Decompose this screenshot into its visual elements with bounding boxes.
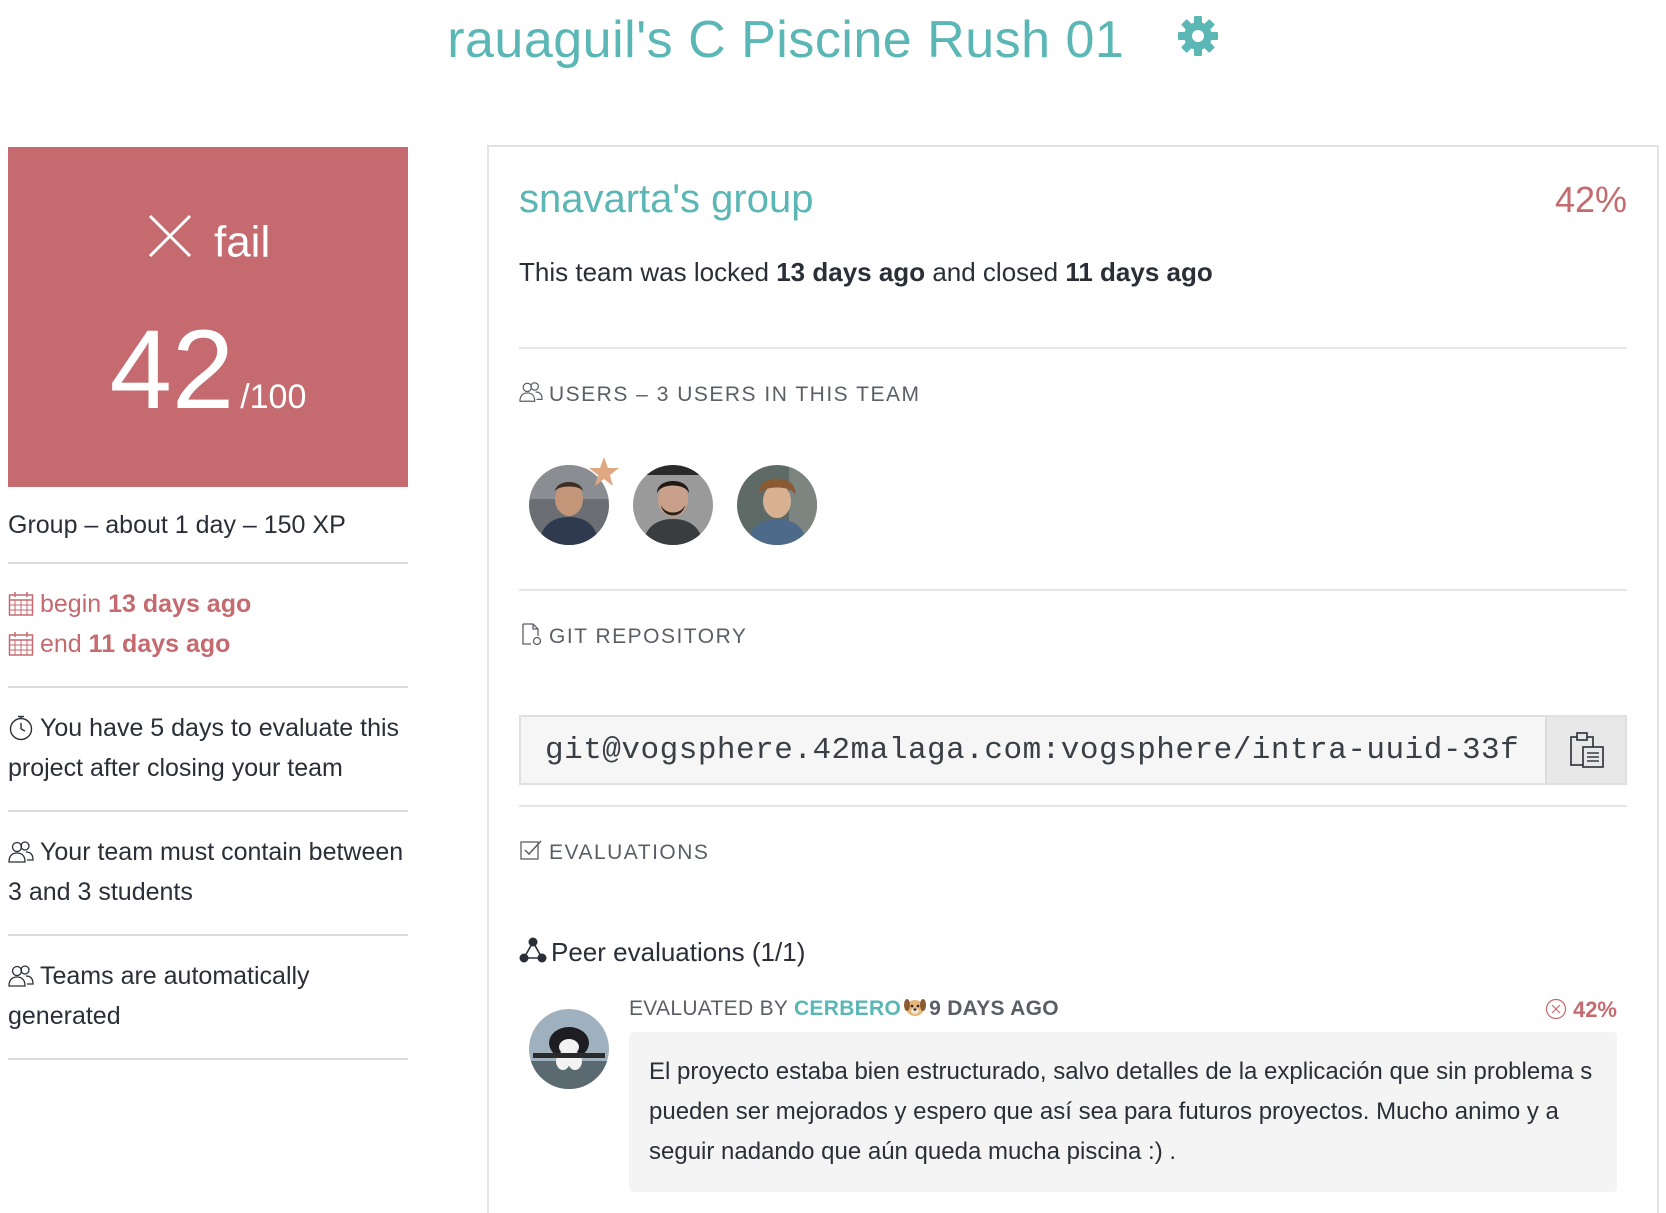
- begin-date: begin 13 days ago: [8, 584, 408, 624]
- gear-icon[interactable]: [1177, 15, 1219, 57]
- team-size-note: Your team must contain between 3 and 3 s…: [8, 812, 408, 936]
- team-panel: snavarta's group 42% This team was locke…: [487, 145, 1659, 1213]
- locked-ago: 13 days ago: [776, 257, 926, 287]
- end-value: 11 days ago: [88, 630, 231, 658]
- evaluations-section-label: EVALUATIONS: [519, 838, 710, 865]
- auto-team-text: Teams are automatically generated: [8, 962, 310, 1030]
- project-dates: begin 13 days ago end 11 days ago: [8, 564, 408, 688]
- star-icon: [587, 455, 621, 489]
- x-circle-icon: [1545, 998, 1567, 1020]
- copy-repository-button[interactable]: [1545, 717, 1625, 783]
- page-title: rauaguil's C Piscine Rush 01: [447, 11, 1125, 69]
- users-icon: [519, 380, 543, 404]
- avatar[interactable]: [529, 1009, 609, 1089]
- evaluations-section-text: EVALUATIONS: [549, 841, 710, 864]
- group-percent: 42%: [1554, 179, 1627, 220]
- users-section-label: USERS – 3 USERS IN THIS TEAM: [519, 380, 921, 407]
- evaluation-comment: El proyecto estaba bien estructurado, sa…: [629, 1032, 1617, 1192]
- evaluated-by-label: EVALUATED BY: [629, 997, 788, 1020]
- lock-status: This team was locked 13 days ago and clo…: [519, 257, 1213, 288]
- checkbox-icon: [519, 838, 543, 862]
- git-section-text: GIT REPOSITORY: [549, 625, 748, 648]
- final-score: 42/100: [8, 305, 408, 434]
- git-repository-url[interactable]: git@vogsphere.42malaga.com:vogsphere/int…: [545, 733, 1519, 768]
- calendar-icon: [8, 629, 34, 657]
- git-repository-field[interactable]: git@vogsphere.42malaga.com:vogsphere/int…: [519, 715, 1627, 785]
- lock-middle: and closed: [932, 257, 1059, 287]
- evaluation-score-value: 42%: [1572, 997, 1617, 1022]
- divider: [519, 805, 1627, 807]
- x-icon: [146, 212, 194, 260]
- begin-label: begin: [40, 590, 102, 618]
- network-icon: [519, 936, 547, 964]
- score-max: /100: [240, 378, 307, 416]
- end-date: end 11 days ago: [8, 624, 408, 664]
- group-name[interactable]: snavarta's group: [519, 177, 813, 222]
- status-label: fail: [213, 217, 271, 267]
- users-icon: [8, 837, 34, 864]
- clipboard-icon: [1570, 732, 1604, 768]
- divider: [519, 347, 1627, 349]
- score-card: fail 42/100: [8, 147, 408, 487]
- lock-prefix: This team was locked: [519, 257, 769, 287]
- evaluator-link[interactable]: CERBERO: [794, 997, 901, 1020]
- calendar-icon: [8, 589, 34, 617]
- avatar[interactable]: [633, 465, 713, 545]
- page-header: rauaguil's C Piscine Rush 01: [0, 10, 1666, 70]
- divider: [519, 589, 1627, 591]
- stopwatch-icon: [8, 713, 34, 741]
- avatar[interactable]: [737, 465, 817, 545]
- begin-value: 13 days ago: [108, 590, 252, 618]
- status-line: fail: [8, 215, 408, 267]
- project-meta: Group – about 1 day – 150 XP: [8, 487, 408, 564]
- users-icon: [8, 961, 34, 988]
- evaluation-time: 9 DAYS AGO: [929, 997, 1059, 1020]
- evaluation-header: EVALUATED BY CERBERO 9 DAYS AGO: [629, 997, 1059, 1021]
- evaluation-score: 42%: [1545, 997, 1617, 1023]
- score-value: 42: [109, 307, 235, 432]
- project-summary: fail 42/100 Group – about 1 day – 150 XP…: [8, 147, 408, 1060]
- auto-team-note: Teams are automatically generated: [8, 936, 408, 1060]
- git-section-label: GIT REPOSITORY: [519, 622, 748, 649]
- closed-ago: 11 days ago: [1065, 257, 1213, 287]
- peer-evaluations-title: Peer evaluations (1/1): [519, 937, 805, 968]
- peer-evaluations-text: Peer evaluations (1/1): [551, 937, 806, 967]
- git-file-icon: [519, 622, 543, 646]
- team-size-text: Your team must contain between 3 and 3 s…: [8, 838, 404, 906]
- users-section-text: USERS – 3 USERS IN THIS TEAM: [549, 383, 921, 406]
- evaluation-deadline-note: You have 5 days to evaluate this project…: [8, 688, 408, 812]
- end-label: end: [40, 630, 82, 658]
- dog-icon: [903, 996, 927, 1018]
- evaluate-note-text: You have 5 days to evaluate this project…: [8, 714, 400, 782]
